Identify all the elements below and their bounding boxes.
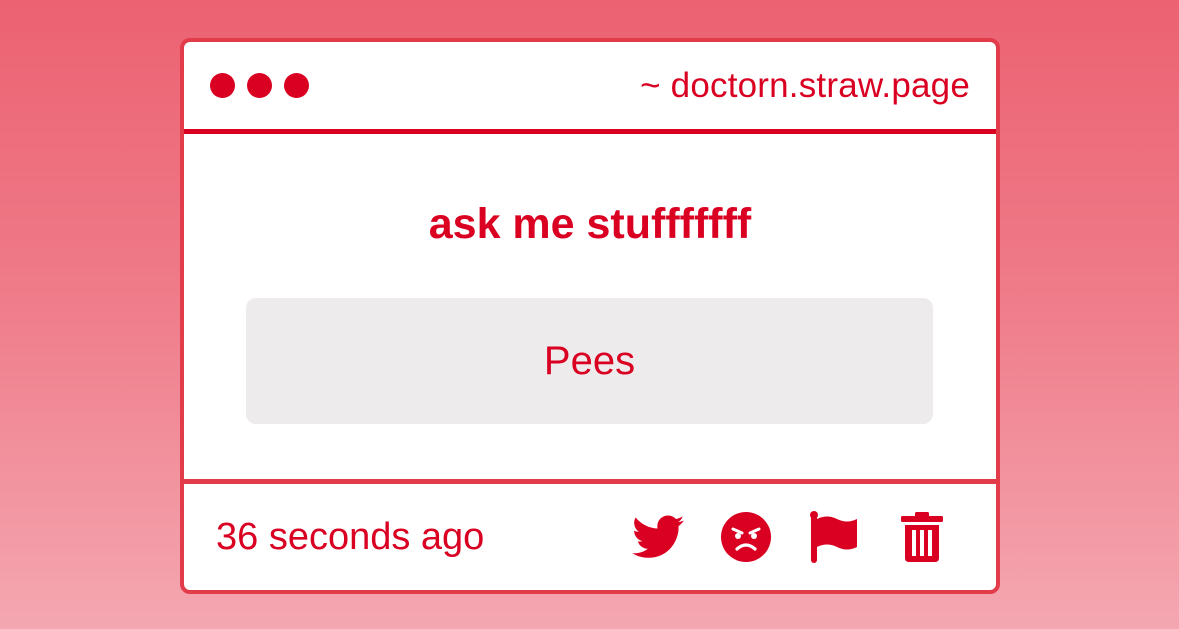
share-twitter-button[interactable]: [632, 511, 684, 563]
question-content: ask me stufffffff Pees: [184, 134, 996, 484]
delete-button[interactable]: [896, 511, 948, 563]
trash-icon: [901, 512, 943, 562]
window-titlebar: ~ doctorn.straw.page: [184, 42, 996, 134]
window-dot-1: [210, 73, 235, 98]
answer-box: Pees: [246, 298, 933, 424]
twitter-icon: [632, 515, 684, 558]
timestamp: 36 seconds ago: [216, 515, 485, 558]
react-angry-button[interactable]: [720, 511, 772, 563]
window-controls: [210, 73, 309, 98]
window-dot-2: [247, 73, 272, 98]
flag-icon: [810, 511, 857, 563]
page-url[interactable]: ~ doctorn.straw.page: [640, 66, 970, 106]
angry-face-icon: [721, 512, 771, 562]
card-footer: 36 seconds ago: [184, 484, 996, 590]
question-prompt: ask me stufffffff: [428, 200, 752, 248]
report-button[interactable]: [808, 511, 860, 563]
action-bar: [632, 511, 948, 563]
question-card: ~ doctorn.straw.page ask me stufffffff P…: [180, 38, 1000, 594]
answer-text: Pees: [543, 338, 636, 383]
window-dot-3: [284, 73, 309, 98]
